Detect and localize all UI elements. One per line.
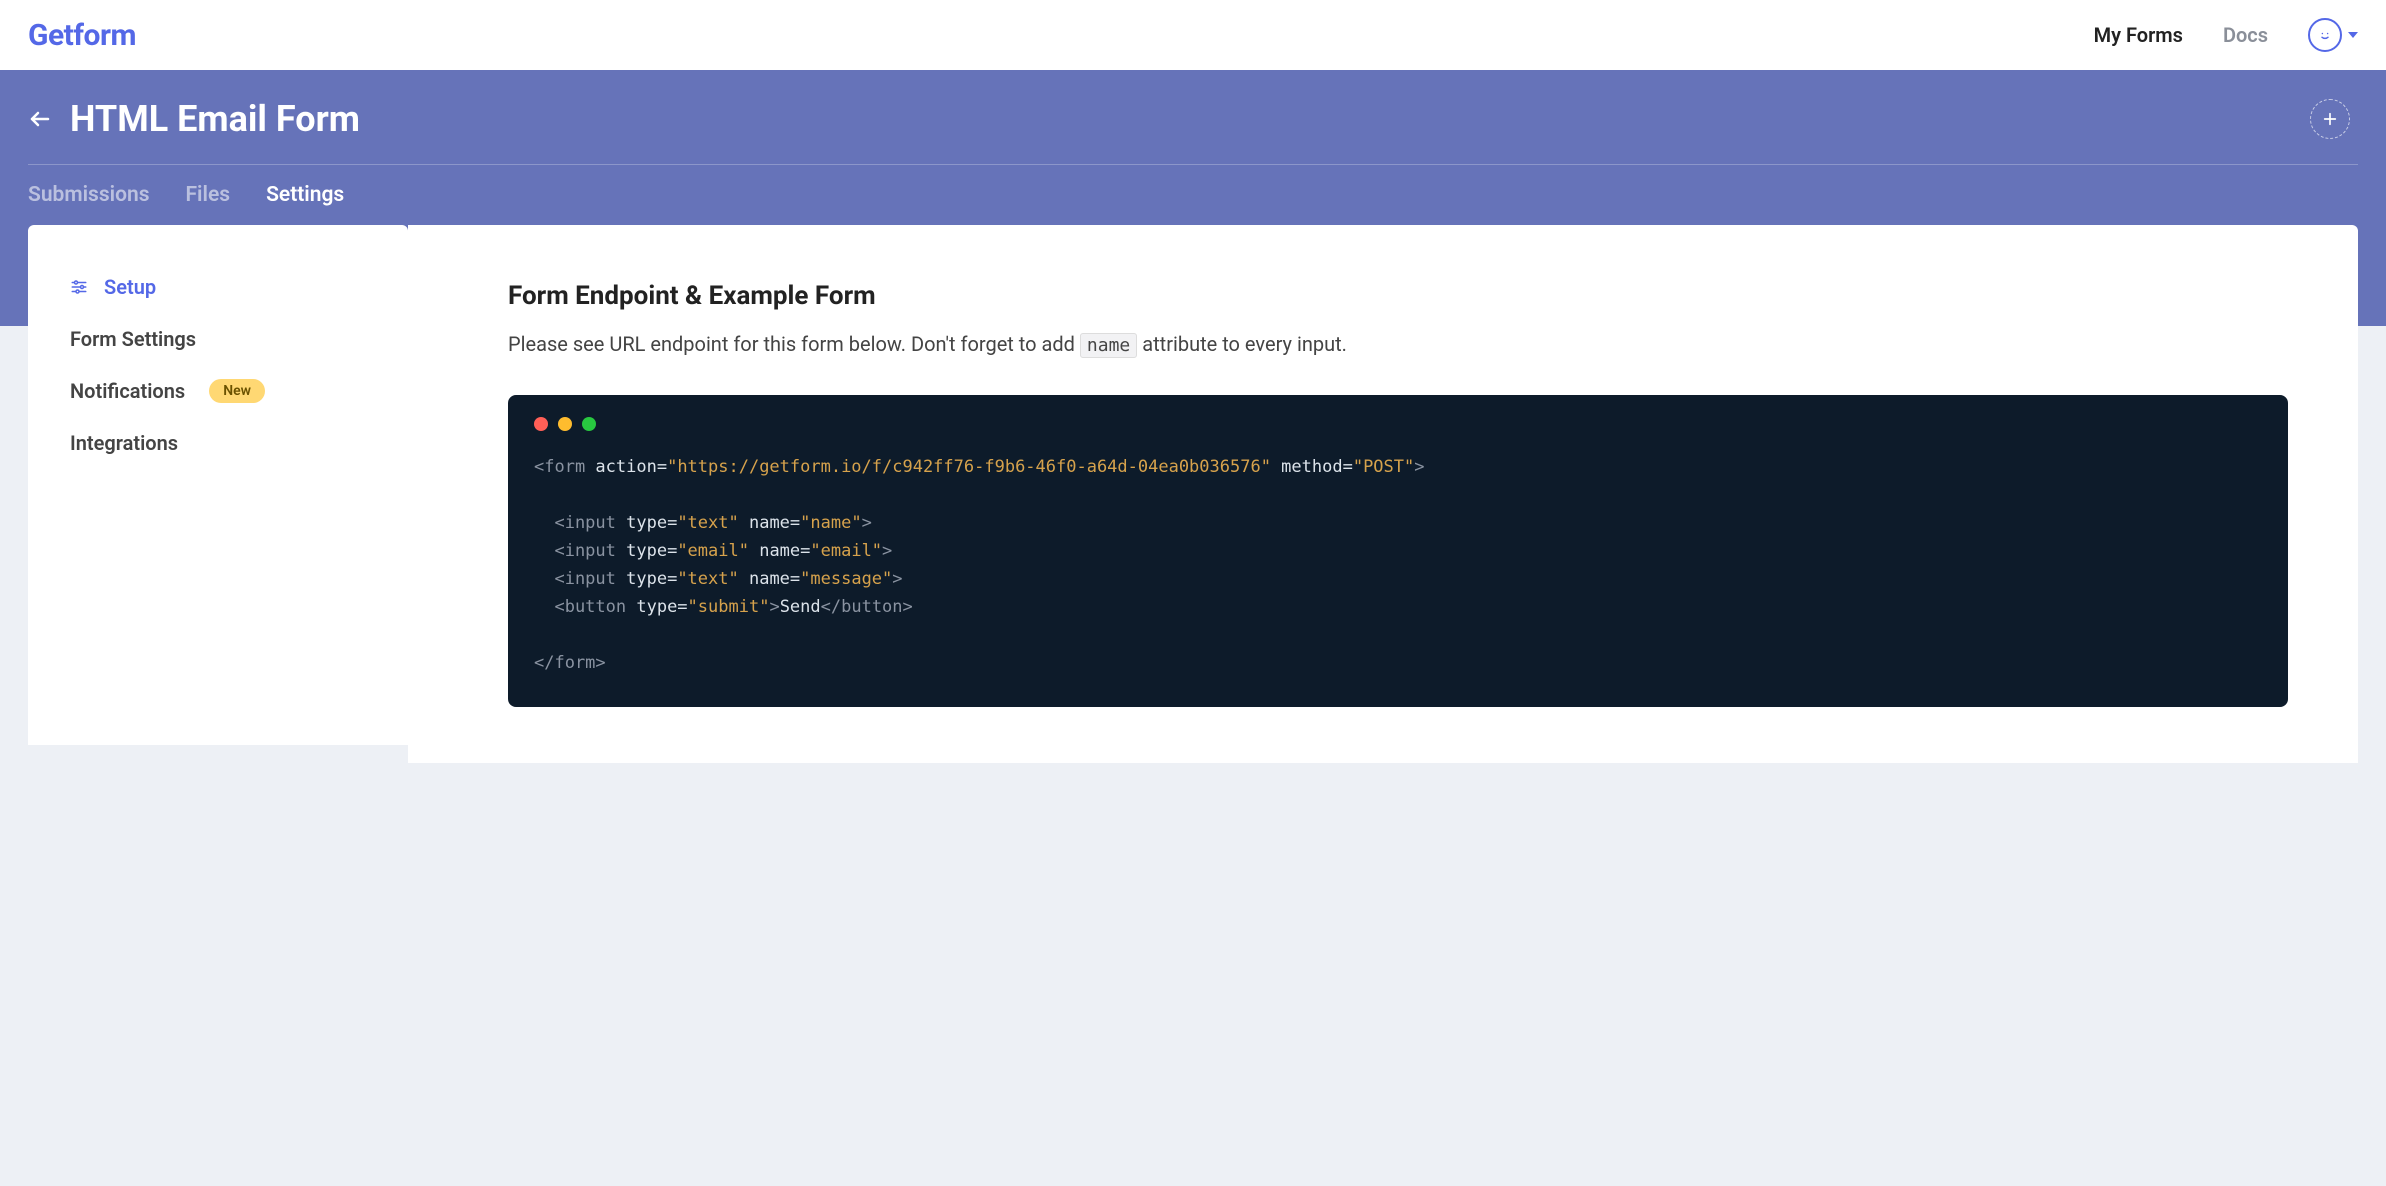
- code-line: [534, 621, 2262, 649]
- sidebar-item-label: Form Settings: [70, 327, 196, 351]
- add-button[interactable]: [2310, 99, 2350, 139]
- code-line: <form action="https://getform.io/f/c942f…: [534, 453, 2262, 481]
- code-line: <input type="text" name="name">: [534, 509, 2262, 537]
- sidebar-item-setup[interactable]: Setup: [70, 261, 366, 313]
- account-menu[interactable]: [2308, 18, 2358, 52]
- page-header: HTML Email Form Submissions Files Settin…: [0, 70, 2386, 227]
- code-line: </form>: [534, 649, 2262, 677]
- inline-code: name: [1080, 333, 1137, 358]
- sidebar-item-integrations[interactable]: Integrations: [70, 417, 366, 469]
- desc-text: Please see URL endpoint for this form be…: [508, 332, 1080, 356]
- tab-settings[interactable]: Settings: [266, 183, 344, 207]
- brand-logo[interactable]: Getform: [28, 18, 136, 53]
- sidebar-item-form-settings[interactable]: Form Settings: [70, 313, 366, 365]
- page-title: HTML Email Form: [70, 98, 360, 140]
- desc-text: attribute to every input.: [1137, 332, 1347, 356]
- new-badge: New: [209, 379, 265, 403]
- page-tabs: Submissions Files Settings: [0, 165, 2386, 227]
- code-line: <button type="submit">Send</button>: [534, 593, 2262, 621]
- tab-submissions[interactable]: Submissions: [28, 183, 150, 207]
- top-nav: Getform My Forms Docs: [0, 0, 2386, 70]
- sidebar-item-notifications[interactable]: Notifications New: [70, 365, 366, 417]
- dot-red-icon: [534, 417, 548, 431]
- section-heading: Form Endpoint & Example Form: [508, 281, 2288, 311]
- dot-green-icon: [582, 417, 596, 431]
- code-line: <input type="text" name="message">: [534, 565, 2262, 593]
- sliders-icon: [70, 278, 90, 296]
- back-arrow-icon[interactable]: [28, 107, 52, 131]
- nav-my-forms[interactable]: My Forms: [2094, 23, 2183, 47]
- window-controls-icon: [534, 417, 2262, 431]
- sidebar-item-label: Setup: [104, 275, 156, 299]
- smiley-avatar-icon: [2308, 18, 2342, 52]
- section-description: Please see URL endpoint for this form be…: [508, 329, 2288, 359]
- tab-files[interactable]: Files: [186, 183, 231, 207]
- main-panel: Form Endpoint & Example Form Please see …: [408, 225, 2358, 763]
- dot-yellow-icon: [558, 417, 572, 431]
- nav-docs[interactable]: Docs: [2223, 23, 2268, 47]
- sidebar-item-label: Integrations: [70, 431, 178, 455]
- code-line: [534, 481, 2262, 509]
- code-example: <form action="https://getform.io/f/c942f…: [508, 395, 2288, 707]
- settings-sidebar: Setup Form Settings Notifications New In…: [28, 225, 408, 745]
- dropdown-caret-icon: [2348, 32, 2358, 38]
- sidebar-item-label: Notifications: [70, 379, 185, 403]
- code-line: <input type="email" name="email">: [534, 537, 2262, 565]
